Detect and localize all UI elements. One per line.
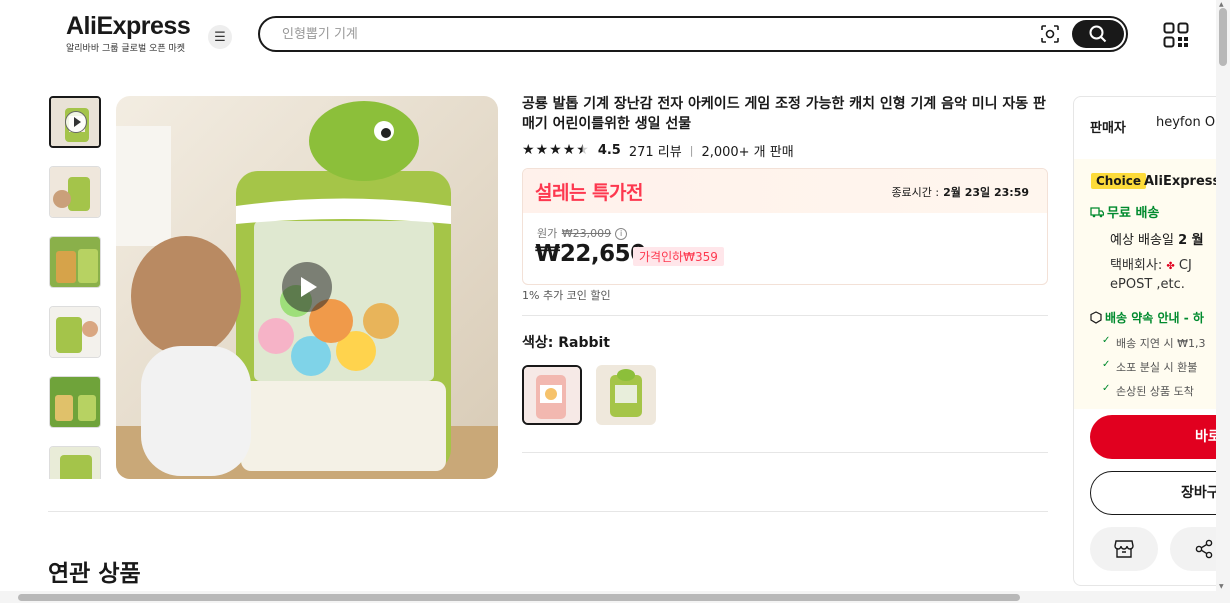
current-price: ₩22,650 — [535, 241, 646, 267]
thumbnail-image[interactable] — [49, 446, 101, 479]
promise-item: 배송 지연 시 ₩1,3 — [1102, 335, 1206, 351]
product-title: 공룡 발톱 기계 장난감 전자 아케이드 게임 조정 가능한 캐치 인형 기계 … — [522, 96, 1046, 132]
buy-now-button[interactable]: 바로 — [1090, 415, 1230, 459]
promise-item: 소포 분실 시 환불 — [1102, 359, 1197, 375]
aliexpress-logo[interactable]: AliExpress 알리바바 그룹 글로벌 오픈 마켓 — [66, 12, 196, 54]
image-search-icon[interactable] — [1040, 24, 1060, 44]
promise-item: 손상된 상품 도착 — [1102, 383, 1194, 399]
divider — [522, 452, 1048, 453]
reviews-link[interactable]: 271 리뷰 — [629, 141, 682, 160]
scroll-up-icon[interactable]: ▲ — [1219, 1, 1224, 8]
horizontal-scroll-thumb[interactable] — [18, 594, 1020, 601]
delivery-promise[interactable]: 배송 약속 안내 - 하 — [1090, 309, 1204, 326]
logo-text: AliExpress — [66, 12, 191, 40]
divider — [522, 315, 1048, 316]
original-price-row: 원가 ₩23,009 i — [537, 225, 628, 241]
carrier-more: ePOST ,etc. — [1110, 277, 1185, 292]
color-swatch-dinosaur[interactable] — [596, 365, 656, 425]
deal-label: 설레는 특가전 — [535, 182, 644, 204]
vertical-scroll-thumb[interactable] — [1219, 8, 1227, 66]
free-shipping: 무료 배송 — [1090, 202, 1159, 221]
selected-color: Rabbit — [558, 335, 610, 351]
vertical-scrollbar[interactable]: ▲ ▼ — [1216, 0, 1230, 603]
deal-end: 종료시간 :2월 23일 23:59 — [891, 186, 1029, 199]
hamburger-icon: ☰ — [214, 29, 226, 45]
store-button[interactable] — [1090, 527, 1158, 571]
add-to-cart-button[interactable]: 장바구 — [1090, 471, 1230, 515]
choice-name: AliExpress — [1144, 174, 1221, 189]
carrier-logo-icon: ✤ — [1166, 261, 1175, 272]
menu-button[interactable]: ☰ — [208, 25, 232, 49]
truck-icon — [1090, 207, 1105, 218]
qr-code-icon[interactable] — [1163, 22, 1189, 48]
seller-name[interactable]: heyfon O — [1156, 115, 1215, 130]
thumbnail-image[interactable] — [49, 236, 101, 288]
divider — [48, 511, 1048, 512]
rating-stars: ★ ★ ★ ★ ★ — [522, 142, 590, 158]
shield-icon — [1090, 311, 1102, 324]
thumbnail-list — [48, 96, 102, 479]
choice-shipping-area: Choice AliExpress 무료 배송 예상 배송일 2 월 택배회사:… — [1074, 159, 1230, 409]
carrier: 택배회사: ✤ CJ — [1110, 258, 1192, 273]
store-icon — [1114, 540, 1134, 558]
rating-row: ★ ★ ★ ★ ★ 4.5 271 리뷰 | 2,000+ 개 판매 — [522, 140, 794, 160]
search-input[interactable] — [282, 24, 982, 44]
video-play-button[interactable] — [282, 262, 332, 312]
delivery-estimate: 예상 배송일 2 월 — [1110, 233, 1204, 248]
seller-label: 판매자 — [1090, 121, 1126, 136]
half-star-icon: ★ — [576, 142, 589, 158]
search-button[interactable] — [1072, 20, 1124, 48]
color-swatch-rabbit[interactable] — [522, 365, 582, 425]
purchase-panel: 판매자 heyfon O Choice AliExpress 무료 배송 예상 … — [1073, 96, 1230, 586]
star-icon: ★ — [535, 142, 549, 158]
deal-header: 설레는 특가전 종료시간 :2월 23일 23:59 — [523, 169, 1047, 213]
deal-end-time: 2월 23일 23:59 — [943, 186, 1029, 199]
thumbnail-image[interactable] — [49, 376, 101, 428]
thumbnail-image[interactable] — [49, 166, 101, 218]
rating-value: 4.5 — [597, 142, 621, 158]
search-icon — [1089, 25, 1107, 43]
share-icon — [1195, 539, 1213, 559]
scroll-down-icon[interactable]: ▼ — [1219, 583, 1224, 590]
separator: | — [689, 143, 694, 157]
coin-discount: 1% 추가 코인 할인 — [522, 289, 611, 302]
star-icon: ★ — [562, 142, 576, 158]
main-product-image[interactable] — [116, 96, 498, 479]
search-bar — [258, 16, 1128, 52]
deal-box: 설레는 특가전 종료시간 :2월 23일 23:59 원가 ₩23,009 i ₩… — [522, 168, 1048, 285]
sales-count: 2,000+ 개 판매 — [701, 144, 794, 160]
logo-subtitle: 알리바바 그룹 글로벌 오픈 마켓 — [66, 44, 186, 54]
play-icon — [65, 111, 87, 133]
choice-badge: Choice — [1091, 173, 1146, 189]
star-icon: ★ — [522, 142, 535, 158]
star-icon: ★ — [549, 142, 562, 158]
horizontal-scrollbar[interactable] — [0, 591, 1216, 603]
original-price: ₩23,009 — [561, 227, 612, 240]
color-label: 색상: Rabbit — [522, 335, 610, 351]
thumbnail-video[interactable] — [49, 96, 101, 148]
related-products-title: 연관 상품 — [48, 561, 141, 587]
discount-badge: 가격인하₩359 — [633, 247, 724, 266]
thumbnail-image[interactable] — [49, 306, 101, 358]
info-icon[interactable]: i — [615, 228, 628, 240]
